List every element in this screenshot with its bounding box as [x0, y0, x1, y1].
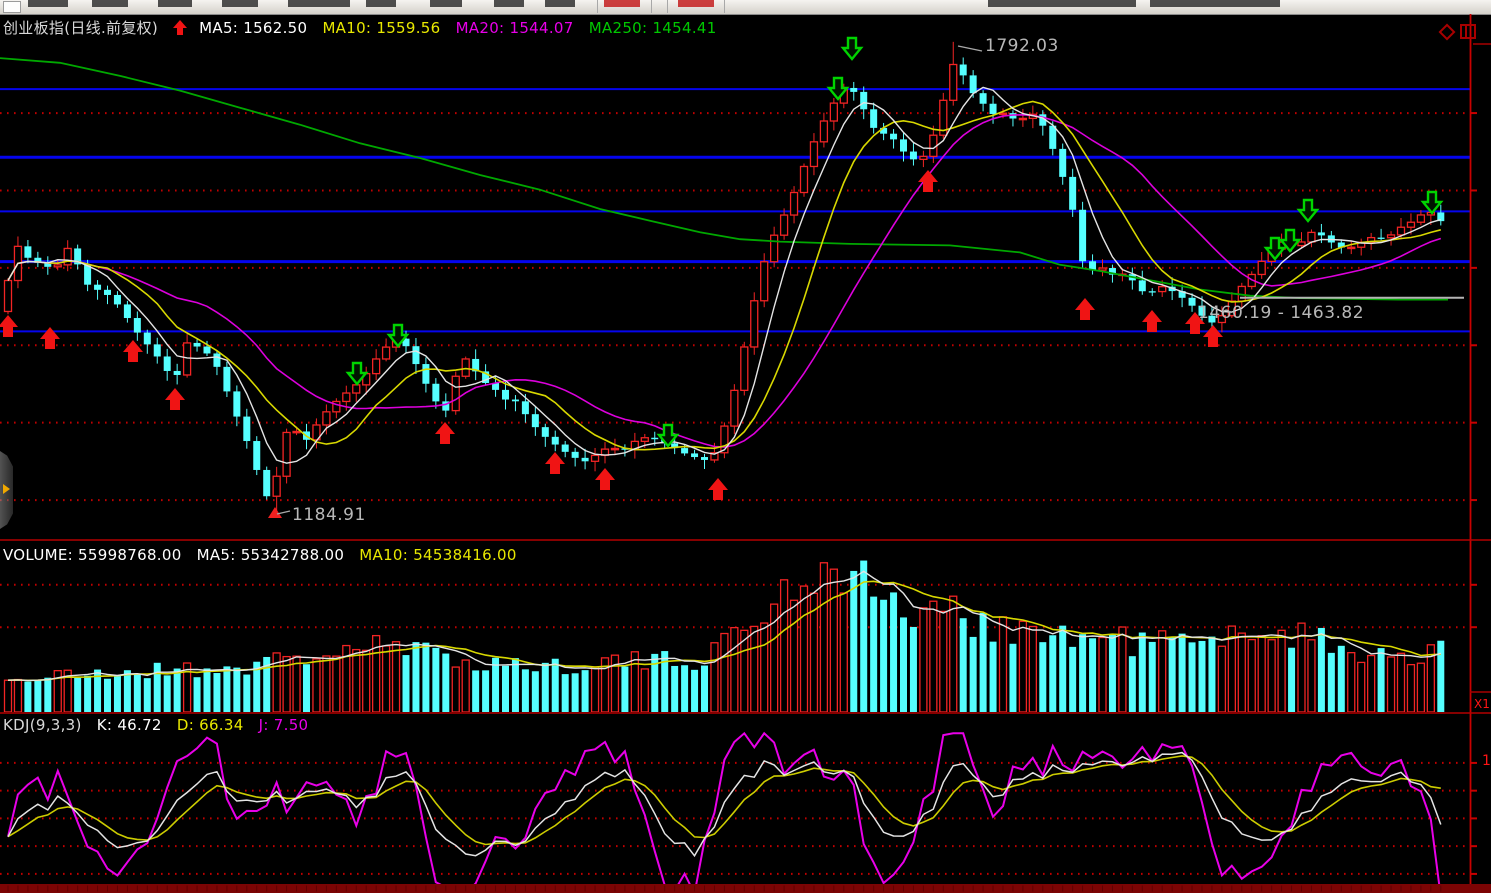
expand-arrow-icon	[3, 484, 10, 494]
buy-arrow-icon	[1075, 298, 1095, 320]
buy-arrow-icon	[595, 468, 615, 490]
kdj-j-value: J: 7.50	[259, 716, 309, 734]
volume-scale-label: X1	[1474, 697, 1490, 711]
low-marker-icon	[268, 507, 282, 518]
buy-arrow-icon	[1203, 325, 1223, 347]
kdj-pane-header: KDJ(9,3,3) K: 46.72 D: 66.34 J: 7.50	[3, 716, 318, 734]
candlesticks	[5, 42, 1445, 512]
trading-app-window: 创业板指(日线.前复权) MA5: 1562.50 MA10: 1559.56 …	[0, 0, 1491, 893]
window-deco-icons	[1441, 21, 1476, 37]
kdj-k-line	[8, 753, 1441, 856]
volume-ma5-value: MA5: 55342788.00	[197, 546, 345, 564]
chart-title: 创业板指(日线.前复权)	[3, 19, 158, 37]
sell-arrow-icon	[843, 38, 861, 59]
ma5-line	[8, 87, 1441, 463]
sell-arrow-icon	[1423, 192, 1441, 213]
kdj-d-line	[8, 756, 1441, 845]
sell-arrow-icon	[1299, 200, 1317, 221]
volume-pane-header: VOLUME: 55998768.00 MA5: 55342788.00 MA1…	[3, 546, 527, 564]
trend-up-icon	[173, 20, 187, 35]
main-chart-header: 创业板指(日线.前复权) MA5: 1562.50 MA10: 1559.56 …	[3, 17, 727, 38]
price-label-peak: 1792.03	[985, 36, 1059, 56]
axis-frame	[0, 14, 1491, 893]
buy-arrow-icon	[165, 388, 185, 410]
volume-bars	[5, 561, 1445, 712]
buy-arrow-icon	[123, 340, 143, 362]
kdj-j-line	[8, 733, 1441, 893]
buy-arrow-icon	[1142, 310, 1162, 332]
buy-arrow-icon	[545, 452, 565, 474]
ma20-value: MA20: 1544.07	[456, 19, 574, 37]
volume-value: VOLUME: 55998768.00	[3, 546, 182, 564]
volume-gridlines	[0, 585, 1470, 627]
price-label-range: 1460.19 - 1463.82	[1198, 303, 1364, 323]
ma5-value: MA5: 1562.50	[199, 19, 307, 37]
kdj-lines	[8, 733, 1441, 893]
ma10-line	[8, 102, 1441, 450]
window-icon[interactable]	[1460, 24, 1476, 39]
ma250-value: MA250: 1454.41	[589, 19, 717, 37]
kdj-k-value: K: 46.72	[97, 716, 162, 734]
price-label-low: 1184.91	[292, 505, 366, 525]
volume-ma10-value: MA10: 54538416.00	[359, 546, 516, 564]
chart-canvas	[0, 0, 1491, 893]
buy-arrow-icon	[708, 478, 728, 500]
ma20-line	[8, 115, 1441, 447]
kdj-axis-partial-label: 1	[1482, 753, 1491, 769]
kdj-d-value: D: 66.34	[177, 716, 244, 734]
buy-arrow-icon	[0, 315, 18, 337]
buy-arrow-icon	[918, 170, 938, 192]
buy-arrow-icon	[435, 422, 455, 444]
bottom-status-bar	[0, 884, 1491, 893]
kdj-params: KDJ(9,3,3)	[3, 716, 82, 734]
ma10-value: MA10: 1559.56	[322, 19, 440, 37]
